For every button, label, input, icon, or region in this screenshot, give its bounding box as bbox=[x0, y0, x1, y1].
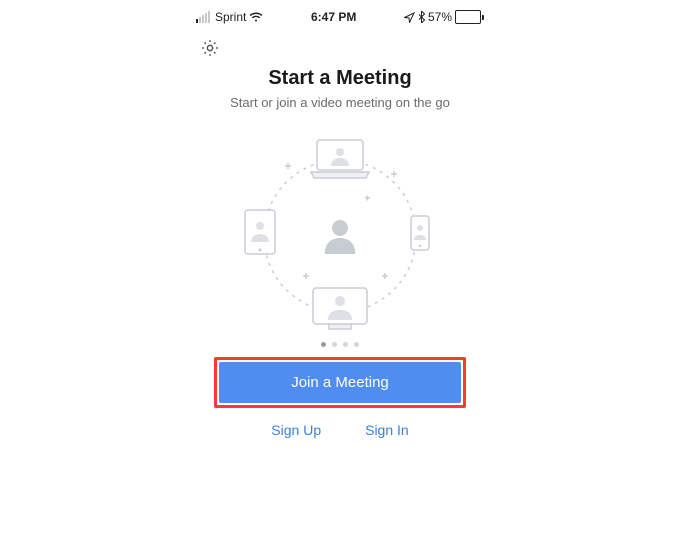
page-dot-0 bbox=[321, 342, 326, 347]
location-icon bbox=[404, 12, 415, 23]
primary-cta-highlight: Join a Meeting bbox=[214, 357, 466, 408]
signal-strength-icon bbox=[196, 11, 210, 23]
bluetooth-icon bbox=[418, 11, 425, 23]
sign-up-link[interactable]: Sign Up bbox=[271, 422, 321, 438]
status-right: 57% bbox=[404, 10, 484, 24]
page-dot-3 bbox=[354, 342, 359, 347]
battery-percent: 57% bbox=[428, 10, 452, 24]
page-title: Start a Meeting bbox=[190, 67, 490, 90]
sign-in-link[interactable]: Sign In bbox=[365, 422, 409, 438]
auth-links: Sign Up Sign In bbox=[190, 422, 490, 438]
status-bar: Sprint 6:47 PM 57% bbox=[190, 0, 490, 26]
join-meeting-button[interactable]: Join a Meeting bbox=[219, 362, 461, 403]
phone-frame: Sprint 6:47 PM 57% bbox=[190, 0, 490, 438]
page-subtitle: Start or join a video meeting on the go bbox=[230, 94, 450, 112]
page-indicator bbox=[190, 342, 490, 347]
carrier-label: Sprint bbox=[215, 10, 246, 24]
status-left: Sprint bbox=[196, 10, 263, 24]
battery-icon bbox=[455, 10, 484, 24]
devices-illustration bbox=[225, 126, 455, 336]
hero: Start a Meeting Start or join a video me… bbox=[190, 63, 490, 438]
status-time: 6:47 PM bbox=[311, 10, 356, 24]
page-dot-2 bbox=[343, 342, 348, 347]
wifi-icon bbox=[249, 12, 263, 23]
page-dot-1 bbox=[332, 342, 337, 347]
gear-icon[interactable] bbox=[198, 36, 222, 60]
top-row bbox=[190, 26, 490, 63]
